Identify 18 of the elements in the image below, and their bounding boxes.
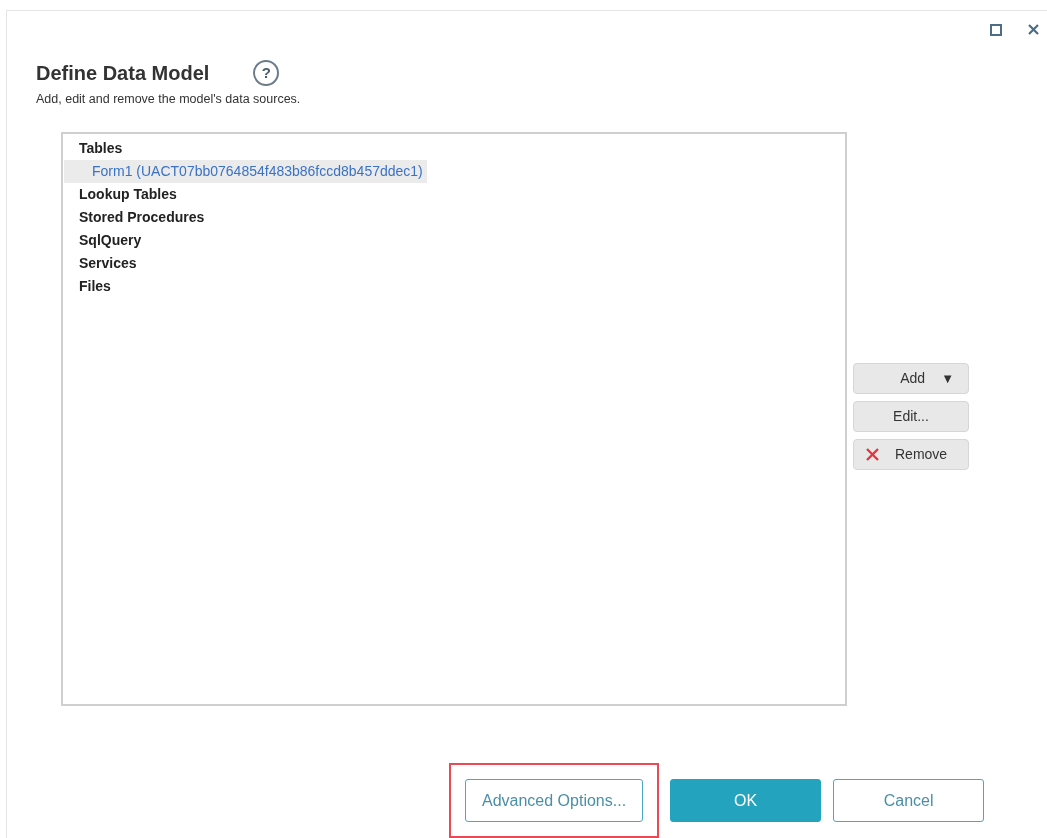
dialog-button[interactable]: Cancel: [833, 779, 985, 822]
tree-item[interactable]: Stored Procedures: [64, 206, 209, 229]
tree-item[interactable]: Files: [64, 275, 115, 298]
maximize-icon[interactable]: [990, 23, 1002, 36]
dialog-title: Define Data Model: [36, 61, 210, 87]
add-button[interactable]: Add ▼: [853, 363, 969, 394]
tree-item[interactable]: Tables: [64, 137, 127, 160]
edit-button[interactable]: Edit...: [853, 401, 969, 432]
help-icon[interactable]: ?: [253, 60, 280, 87]
dialog-button[interactable]: Advanced Options...: [465, 779, 644, 822]
delete-icon: [865, 447, 880, 462]
tree-item[interactable]: Form1 (UACT07bb0764854f483b86fccd8b457ddec1): [64, 160, 427, 183]
tree-item[interactable]: Services: [64, 252, 141, 275]
tree-item[interactable]: Lookup Tables: [64, 183, 181, 206]
close-icon[interactable]: [1028, 24, 1039, 36]
remove-button[interactable]: Remove: [853, 439, 969, 470]
dialog-subtitle: Add, edit and remove the model's data sources.: [35, 91, 302, 109]
tree-item[interactable]: SqlQuery: [64, 229, 146, 252]
